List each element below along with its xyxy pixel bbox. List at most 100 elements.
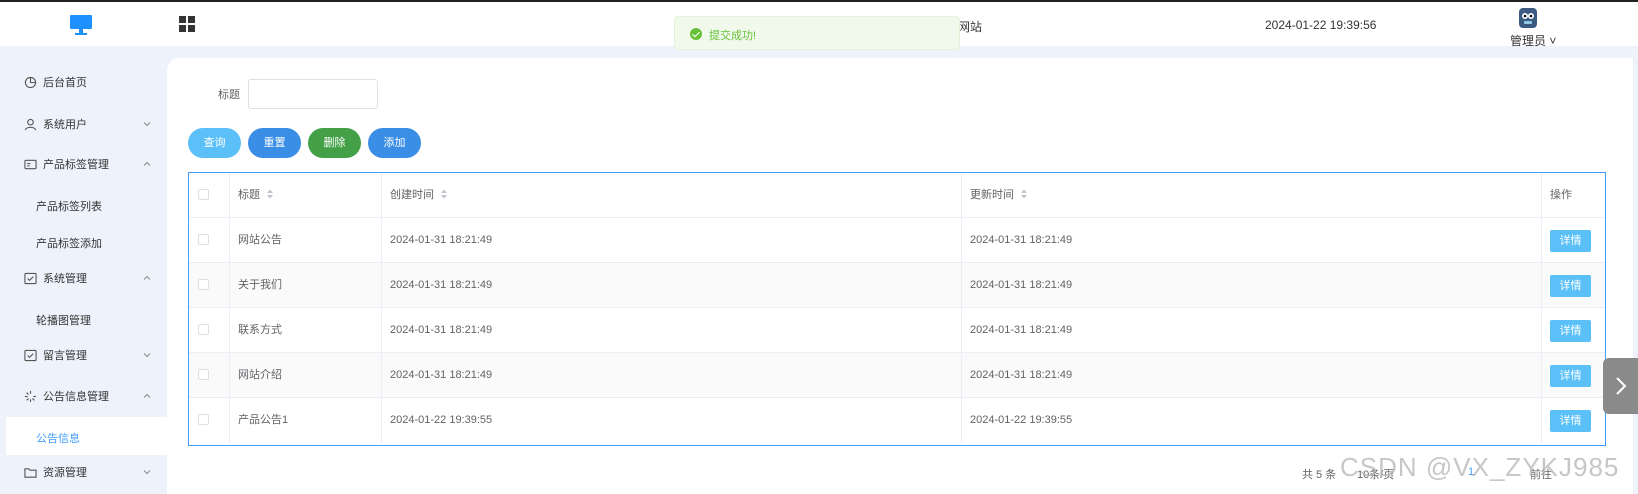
sidebar-item-label: 后台首页 [43, 77, 87, 89]
header-cell-select [189, 173, 230, 218]
row-checkbox[interactable] [198, 234, 209, 245]
sidebar-item-label: 轮播图管理 [36, 315, 91, 327]
detail-button[interactable]: 详情 [1550, 410, 1591, 432]
sidebar-item-product-tag-add[interactable]: 产品标签添加 [0, 222, 167, 260]
detail-button[interactable]: 详情 [1550, 230, 1591, 252]
user-menu[interactable]: 管理员 ˅ [1510, 32, 1556, 49]
cell-title: 联系方式 [230, 308, 382, 353]
header-cell-updated[interactable]: 更新时间 [962, 173, 1542, 218]
row-select-cell [189, 398, 230, 443]
sidebar-item-label: 资源管理 [43, 467, 87, 479]
table-row: 网站公告 2024-01-31 18:21:49 2024-01-31 18:2… [189, 218, 1605, 263]
chevron-down-icon [143, 470, 151, 475]
cell-created: 2024-01-31 18:21:49 [382, 218, 962, 263]
detail-button[interactable]: 详情 [1550, 275, 1591, 297]
row-select-cell [189, 308, 230, 353]
row-select-cell [189, 263, 230, 308]
cell-title: 网站介绍 [230, 353, 382, 398]
select-all-checkbox[interactable] [198, 189, 209, 200]
reset-button[interactable]: 重置 [248, 128, 301, 158]
title-filter-input[interactable] [248, 79, 378, 109]
pagination-total: 共 5 条 [1302, 469, 1337, 481]
cell-created: 2024-01-31 18:21:49 [382, 263, 962, 308]
chevron-up-icon [143, 161, 151, 166]
cell-updated: 2024-01-31 18:21:49 [962, 263, 1542, 308]
current-datetime: 2024-01-22 19:39:56 [1265, 18, 1377, 32]
detail-button[interactable]: 详情 [1550, 365, 1591, 387]
table-row: 产品公告1 2024-01-22 19:39:55 2024-01-22 19:… [189, 398, 1605, 443]
window-check-icon [24, 272, 37, 284]
sort-icon[interactable] [266, 189, 274, 199]
sidebar-item-notices[interactable]: 公告信息 [6, 417, 167, 455]
sidebar-item-notice-management[interactable]: 公告信息管理 [0, 376, 167, 416]
cell-title: 网站公告 [230, 218, 382, 263]
header-cell-created[interactable]: 创建时间 [382, 173, 962, 218]
cell-title: 产品公告1 [230, 398, 382, 443]
cell-created: 2024-01-31 18:21:49 [382, 353, 962, 398]
main-panel: 标题 查询 重置 删除 添加 标题 创建时间 更新时间 操作 网站公告 2024… [167, 58, 1633, 494]
success-check-icon [690, 28, 702, 40]
avatar[interactable] [1516, 6, 1540, 30]
row-checkbox[interactable] [198, 324, 209, 335]
table-row: 联系方式 2024-01-31 18:21:49 2024-01-31 18:2… [189, 308, 1605, 353]
window-check-icon [24, 349, 37, 361]
sidebar-item-messages[interactable]: 留言管理 [0, 335, 167, 375]
side-panel-toggle[interactable] [1603, 358, 1638, 414]
column-header-created: 创建时间 [390, 189, 434, 201]
row-checkbox[interactable] [198, 369, 209, 380]
chevron-up-icon [143, 275, 151, 280]
sort-icon[interactable] [440, 189, 448, 199]
success-toast: 提交成功! [674, 16, 960, 50]
sidebar-item-resources[interactable]: 资源管理 [0, 452, 167, 492]
cell-op: 详情 [1542, 353, 1605, 398]
title-filter-label: 标题 [218, 89, 240, 101]
sidebar-item-label: 产品标签管理 [43, 159, 109, 171]
cell-title: 关于我们 [230, 263, 382, 308]
table-row: 关于我们 2024-01-31 18:21:49 2024-01-31 18:2… [189, 263, 1605, 308]
sidebar-item-product-tags[interactable]: 产品标签管理 [0, 144, 167, 184]
chevron-up-icon [143, 393, 151, 398]
row-select-cell [189, 353, 230, 398]
detail-button[interactable]: 详情 [1550, 320, 1591, 342]
column-header-updated: 更新时间 [970, 189, 1014, 201]
delete-button[interactable]: 删除 [308, 128, 361, 158]
sidebar-item-system-users[interactable]: 系统用户 [0, 104, 167, 144]
table-row: 网站介绍 2024-01-31 18:21:49 2024-01-31 18:2… [189, 353, 1605, 398]
cell-updated: 2024-01-22 19:39:55 [962, 398, 1542, 443]
sidebar: 后台首页 系统用户 产品标签管理 产品标签列表 产品标签添加 系统管理 轮播图管… [0, 46, 167, 494]
cell-op: 详情 [1542, 398, 1605, 443]
watermark: CSDN @VX_ZYKJ985 [1340, 452, 1620, 482]
cell-op: 详情 [1542, 263, 1605, 308]
sidebar-item-system-management[interactable]: 系统管理 [0, 258, 167, 298]
header-cell-title[interactable]: 标题 [230, 173, 382, 218]
query-button[interactable]: 查询 [188, 128, 241, 158]
cell-created: 2024-01-22 19:39:55 [382, 398, 962, 443]
monitor-icon[interactable] [69, 14, 93, 36]
folder-icon [24, 467, 37, 478]
cell-updated: 2024-01-31 18:21:49 [962, 218, 1542, 263]
chevron-down-icon [143, 122, 151, 127]
sidebar-item-carousel[interactable]: 轮播图管理 [0, 299, 167, 337]
row-checkbox[interactable] [198, 279, 209, 290]
user-icon [24, 118, 37, 130]
sidebar-item-label: 产品标签添加 [36, 238, 102, 250]
header-cell-op: 操作 [1542, 173, 1605, 218]
loading-icon [24, 390, 37, 402]
chevron-down-icon: ˅ [1546, 34, 1557, 48]
sidebar-item-dashboard[interactable]: 后台首页 [0, 62, 167, 102]
pie-chart-icon [24, 76, 37, 88]
cell-updated: 2024-01-31 18:21:49 [962, 353, 1542, 398]
sidebar-item-label: 系统用户 [43, 119, 87, 131]
sidebar-item-label: 产品标签列表 [36, 201, 102, 213]
table-header-row: 标题 创建时间 更新时间 操作 [189, 173, 1605, 218]
user-name: 管理员 [1510, 34, 1547, 48]
sidebar-item-label: 公告信息管理 [43, 391, 109, 403]
row-checkbox[interactable] [198, 414, 209, 425]
cell-created: 2024-01-31 18:21:49 [382, 308, 962, 353]
chevron-right-icon [1616, 377, 1627, 395]
menu-grid-icon[interactable] [179, 16, 195, 32]
notice-table: 标题 创建时间 更新时间 操作 网站公告 2024-01-31 18:21:49… [188, 172, 1606, 446]
add-button[interactable]: 添加 [368, 128, 421, 158]
sort-icon[interactable] [1020, 189, 1028, 199]
sidebar-item-product-tag-list[interactable]: 产品标签列表 [0, 185, 167, 223]
